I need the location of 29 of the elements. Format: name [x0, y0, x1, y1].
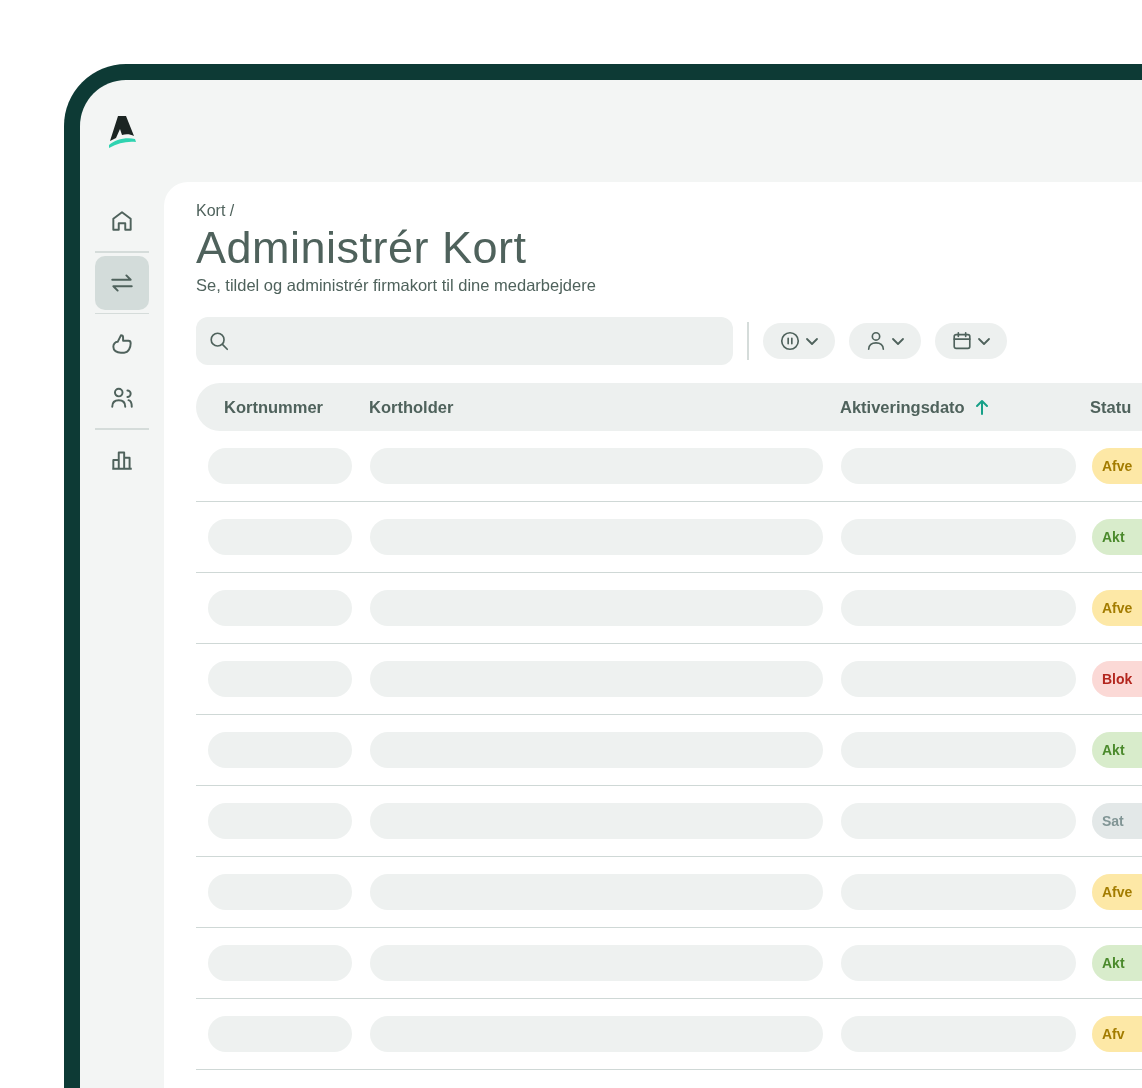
- column-header[interactable]: Statu: [1090, 397, 1132, 417]
- status-badge: Afve: [1092, 448, 1142, 484]
- page-title: Administrér Kort: [196, 222, 528, 274]
- breadcrumb: Kort /: [196, 202, 236, 220]
- search-icon: [208, 330, 230, 352]
- filter-dropdown[interactable]: [763, 323, 835, 359]
- thumbs-up-icon: [109, 331, 135, 357]
- column-header[interactable]: Aktiveringsdato: [840, 397, 965, 417]
- search-field[interactable]: [196, 317, 733, 365]
- status-badge: Afv: [1092, 1016, 1142, 1052]
- status-badge: Akt: [1092, 945, 1142, 981]
- status-badge: Afve: [1092, 874, 1142, 910]
- filter-dropdown[interactable]: [935, 323, 1007, 359]
- sidebar-item[interactable]: [95, 255, 149, 310]
- status-badge: Afve: [1092, 590, 1142, 626]
- status-badge: Akt: [1092, 732, 1142, 768]
- column-header[interactable]: Kortholder: [369, 397, 454, 417]
- person-icon: [865, 330, 887, 352]
- status-badge: Sat: [1092, 803, 1142, 839]
- pause-circle-icon: [779, 330, 801, 352]
- home-icon: [109, 208, 135, 234]
- logo-icon: [107, 114, 137, 148]
- status-badge: Blok: [1092, 661, 1142, 697]
- filter-dropdown[interactable]: [849, 323, 921, 359]
- page-subtitle: Se, tildel og administrér firmakort til dine medarbejdere: [196, 276, 597, 295]
- people-icon: [109, 385, 135, 411]
- calendar-icon: [951, 330, 973, 352]
- status-badge: Akt: [1092, 519, 1142, 555]
- column-header[interactable]: Kortnummer: [224, 397, 323, 417]
